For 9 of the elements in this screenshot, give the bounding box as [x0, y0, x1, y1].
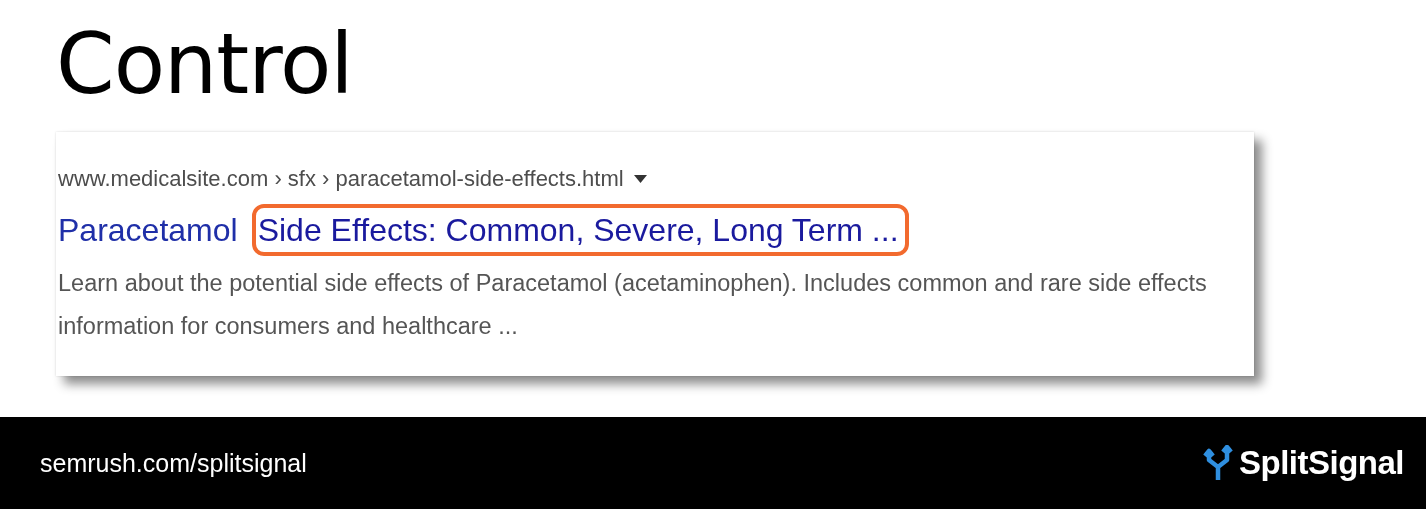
caret-icon[interactable] — [633, 175, 647, 183]
slide-heading: Control — [56, 14, 353, 114]
footer-url: semrush.com/splitsignal — [40, 448, 307, 478]
highlighted-title-link[interactable]: Side Effects: Common, Severe, Long Term ... — [251, 204, 909, 256]
result-snippet: Learn about the potential side effects of Paracetamol (acetaminophen). Includes common and rare side effects information for consumers and healthcare ... — [58, 269, 1208, 341]
result-title-link[interactable]: Paracetamol — [52, 204, 248, 256]
logo-text: SplitSignal — [1239, 444, 1404, 482]
result-url: www.medicalsite.com › sfx › paracetamol-side-effects.html — [58, 166, 624, 192]
split-arrows-icon — [1203, 445, 1233, 481]
